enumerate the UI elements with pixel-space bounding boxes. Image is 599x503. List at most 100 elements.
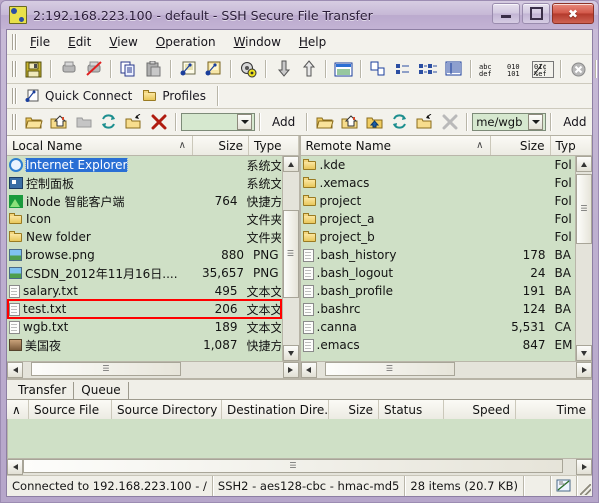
print-icon[interactable] (57, 58, 80, 80)
file-row[interactable]: .bash_profile 191 BA (301, 282, 576, 300)
remote-header-type[interactable]: Typ (550, 136, 592, 155)
local-path-dropdown-arrow[interactable] (237, 114, 252, 130)
transfer-header-speed[interactable]: Speed (444, 400, 516, 419)
local-header-name[interactable]: Local Name ∧ (7, 136, 193, 155)
remote-new-folder-icon[interactable] (413, 111, 436, 133)
transfer-header-time[interactable]: Time (516, 400, 592, 419)
remote-refresh-icon[interactable] (388, 111, 411, 133)
transfer-header-status[interactable]: Status (379, 400, 444, 419)
remote-header-name[interactable]: Remote Name ∧ (300, 136, 491, 155)
local-up-folder-icon[interactable] (22, 111, 45, 133)
file-row[interactable]: .xemacs Fol (301, 174, 576, 192)
local-scroll-down-button[interactable] (282, 345, 299, 361)
file-row[interactable]: .kde Fol (301, 156, 576, 174)
local-folder-disabled-icon[interactable] (72, 111, 95, 133)
file-row[interactable]: .bash_logout 24 BA (301, 264, 576, 282)
transfer-header-source-directory[interactable]: Source Directory (112, 400, 222, 419)
remote-scroll-down-button[interactable] (576, 345, 592, 361)
remote-scroll-track[interactable]: ☰ (576, 172, 592, 345)
remote-scroll-up-button[interactable] (576, 156, 592, 172)
view-list-icon[interactable] (417, 58, 440, 80)
close-button[interactable]: ✖ (552, 3, 594, 24)
local-header-type[interactable]: Type (249, 136, 299, 155)
window-resize-grip[interactable] (576, 476, 592, 496)
tab-transfer[interactable]: Transfer (11, 382, 75, 399)
remote-delete-disabled-icon[interactable] (438, 111, 461, 133)
new-file-transfer-icon[interactable] (202, 58, 225, 80)
remote-file-list[interactable]: .kde Fol .xemacs Fol project Fol project_a Fol p… (300, 156, 576, 361)
transfer-list[interactable] (7, 419, 592, 458)
remote-hscroll-track[interactable]: ☰ (316, 362, 576, 378)
quickbar-drag-handle[interactable] (11, 87, 18, 105)
local-header-size[interactable]: Size (193, 136, 249, 155)
toolbar-drag-handle[interactable] (11, 60, 18, 78)
remote-path-dropdown-arrow[interactable] (528, 114, 544, 130)
local-scroll-right-button[interactable] (282, 362, 299, 378)
file-row[interactable]: 控制面板 系统文 (7, 174, 282, 192)
binary-transfer-icon[interactable]: 010 101 (505, 58, 529, 80)
file-row[interactable]: .canna 5,531 CA (301, 318, 576, 336)
file-row[interactable]: CSDN_2012年11月16日.... 35,657 PNG (7, 264, 282, 282)
transfer-header-sort[interactable]: ∧ (7, 400, 29, 419)
remote-path-combo[interactable]: me/wgb (472, 113, 547, 131)
save-icon[interactable] (22, 58, 45, 80)
maximize-button[interactable] (522, 3, 550, 24)
auto-transfer-icon[interactable]: 01¢%ef (531, 58, 555, 80)
file-row[interactable]: 美国夜 1,087 快捷方 (7, 336, 282, 354)
local-home-folder-icon[interactable] (47, 111, 70, 133)
file-row[interactable]: Internet Explorer 系统文 (7, 156, 282, 174)
view-details-grid-icon[interactable] (442, 58, 465, 80)
quick-connect-button[interactable]: Quick Connect (21, 86, 139, 106)
menu-operation[interactable]: Operation (147, 33, 225, 51)
download-arrow-icon[interactable] (272, 58, 295, 80)
remote-scroll-right-button[interactable] (576, 362, 592, 378)
remote-vertical-scrollbar[interactable]: ☰ (575, 156, 592, 361)
navbar-drag-handle[interactable] (11, 113, 18, 131)
local-scroll-up-button[interactable] (282, 156, 299, 172)
local-scroll-thumb[interactable]: ☰ (282, 210, 299, 298)
local-hscroll-track[interactable]: ☰ (23, 362, 283, 378)
local-scroll-left-button[interactable] (7, 362, 23, 378)
remote-parent-folder-icon[interactable] (363, 111, 386, 133)
file-row[interactable]: New folder 文件夹 (7, 228, 282, 246)
file-row[interactable]: .bashrc 124 BA (301, 300, 576, 318)
remote-up-folder-icon[interactable] (313, 111, 336, 133)
transfer-scroll-right-button[interactable] (576, 459, 592, 475)
view-small-icons-icon[interactable] (392, 58, 415, 80)
view-large-icons-icon[interactable] (367, 58, 390, 80)
local-delete-icon[interactable] (147, 111, 170, 133)
remote-home-folder-icon[interactable] (338, 111, 361, 133)
local-new-folder-icon[interactable] (122, 111, 145, 133)
transfer-header-size[interactable]: Size (329, 400, 379, 419)
remote-scroll-thumb[interactable]: ☰ (576, 174, 592, 244)
upload-arrow-icon[interactable] (297, 58, 320, 80)
tab-queue[interactable]: Queue (74, 382, 129, 399)
local-scroll-track[interactable]: ☰ (282, 172, 299, 345)
menu-drag-handle[interactable] (11, 33, 18, 51)
file-row[interactable]: iNode 智能客户端 764 快捷方 (7, 192, 282, 210)
file-row[interactable]: project Fol (301, 192, 576, 210)
menu-view[interactable]: View (100, 33, 146, 51)
new-terminal-icon[interactable] (177, 58, 200, 80)
local-vertical-scrollbar[interactable]: ☰ (281, 156, 299, 361)
transfer-header-destination-directory[interactable]: Destination Dire... (222, 400, 329, 419)
transfer-horizontal-scrollbar[interactable]: ☰ (7, 458, 592, 475)
minimize-button[interactable] (492, 3, 520, 24)
menu-edit[interactable]: Edit (59, 33, 100, 51)
remote-scroll-left-button[interactable] (300, 362, 317, 378)
remote-add-button[interactable]: Add (556, 115, 593, 129)
remote-horizontal-scrollbar[interactable]: ☰ (300, 361, 592, 378)
local-hscroll-thumb[interactable]: ☰ (31, 362, 181, 376)
file-row[interactable]: browse.png 880 PNG (7, 246, 282, 264)
ascii-transfer-icon[interactable]: abc def (477, 58, 503, 80)
menu-window[interactable]: Window (225, 33, 290, 51)
remote-hscroll-thumb[interactable]: ☰ (324, 362, 455, 376)
disconnect-icon[interactable] (567, 58, 590, 80)
print-disabled-icon[interactable] (82, 58, 105, 80)
local-refresh-icon[interactable] (97, 111, 120, 133)
transfer-header-source-file[interactable]: Source File (29, 400, 112, 419)
file-row[interactable]: wgb.txt 189 文本文 (7, 318, 282, 336)
transfer-scroll-left-button[interactable] (7, 459, 23, 475)
local-add-button[interactable]: Add (265, 115, 302, 129)
file-row[interactable]: project_b Fol (301, 228, 576, 246)
